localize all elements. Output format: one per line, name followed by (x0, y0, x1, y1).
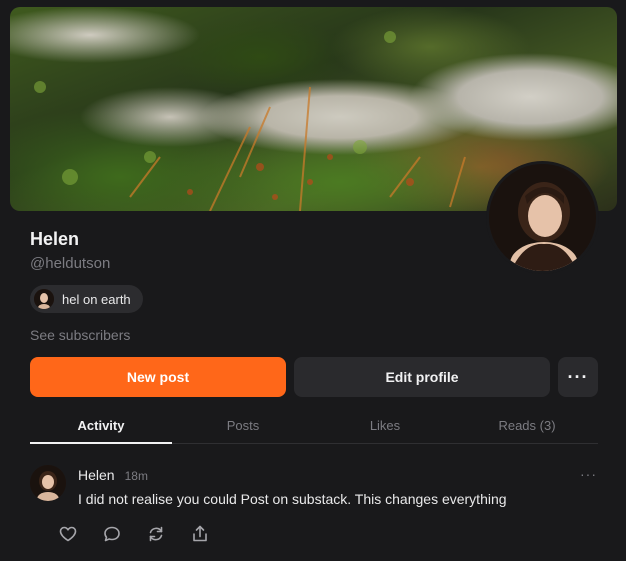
post-author[interactable]: Helen (78, 467, 115, 483)
profile-avatar[interactable] (486, 161, 599, 274)
post-body: I did not realise you could Post on subs… (78, 491, 507, 507)
tab-reads[interactable]: Reads (3) (456, 408, 598, 443)
post-author-avatar[interactable] (30, 465, 66, 501)
post-timestamp: 18m (124, 469, 148, 483)
more-options-button[interactable]: ··· (558, 357, 598, 397)
heart-icon[interactable] (58, 524, 78, 544)
profile-handle: @heldutson (30, 255, 111, 272)
publication-label: hel on earth (62, 291, 131, 307)
new-post-button[interactable]: New post (30, 357, 286, 397)
post-header: Helen 18m (78, 467, 148, 483)
see-subscribers-link[interactable]: See subscribers (30, 327, 130, 343)
post-actions (58, 524, 210, 544)
share-icon[interactable] (190, 524, 210, 544)
comment-icon[interactable] (102, 524, 122, 544)
edit-profile-button[interactable]: Edit profile (294, 357, 550, 397)
tab-likes[interactable]: Likes (314, 408, 456, 443)
profile-name: Helen (30, 229, 80, 249)
publication-avatar (34, 289, 54, 309)
profile-tabs: Activity Posts Likes Reads (3) (30, 408, 598, 444)
publication-chip[interactable]: hel on earth (30, 285, 143, 313)
post-more-button[interactable]: ··· (580, 466, 597, 482)
restack-icon[interactable] (146, 524, 166, 544)
tab-activity[interactable]: Activity (30, 408, 172, 444)
tab-posts[interactable]: Posts (172, 408, 314, 443)
